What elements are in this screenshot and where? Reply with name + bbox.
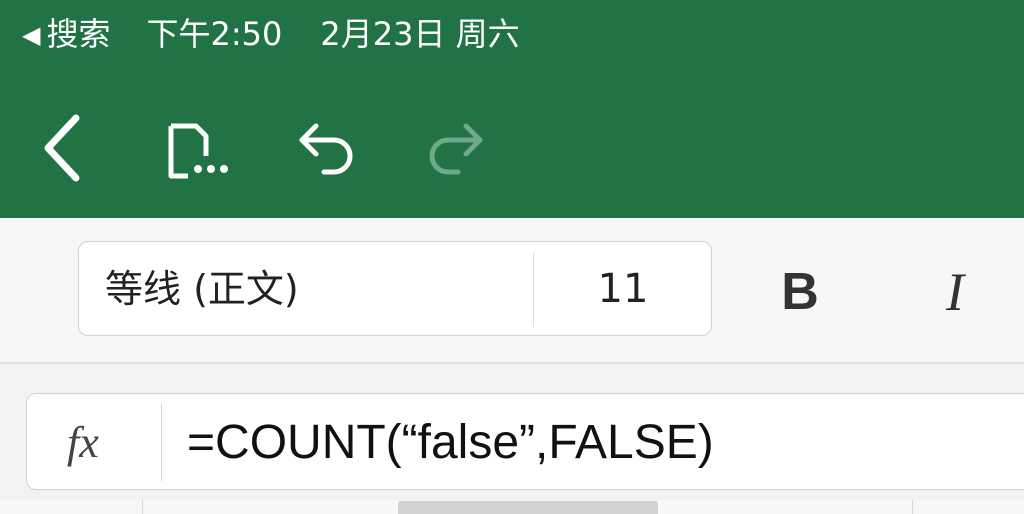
bold-button[interactable]: B (770, 252, 830, 332)
chevron-left-icon[interactable] (40, 112, 86, 184)
scrollbar-thumb[interactable] (398, 501, 658, 514)
formula-bar-divider (161, 404, 162, 481)
app-header: ◀ 搜索 下午2:50 2月23日 周六 (0, 0, 1024, 218)
font-picker: 等线 (正文) 11 (78, 241, 712, 336)
back-to-search-label[interactable]: 搜索 (46, 15, 110, 53)
document-more-icon[interactable] (166, 122, 232, 180)
status-time: 下午2:50 (146, 15, 283, 53)
column-gridline (912, 500, 913, 514)
status-bar: ◀ 搜索 下午2:50 2月23日 周六 (22, 12, 520, 57)
redo-icon (424, 118, 488, 180)
font-size-selector[interactable]: 11 (534, 242, 712, 337)
function-icon[interactable]: fx (67, 394, 99, 491)
italic-button[interactable]: I (925, 252, 985, 332)
status-date: 2月23日 周六 (320, 15, 520, 53)
formula-bar: fx =COUNT(“false”,FALSE) (26, 393, 1024, 490)
back-to-search-icon[interactable]: ◀ (22, 13, 40, 57)
font-name-selector[interactable]: 等线 (正文) (105, 242, 299, 337)
column-gridline (142, 500, 143, 514)
formula-input[interactable]: =COUNT(“false”,FALSE) (187, 394, 714, 491)
undo-icon[interactable] (294, 118, 358, 180)
